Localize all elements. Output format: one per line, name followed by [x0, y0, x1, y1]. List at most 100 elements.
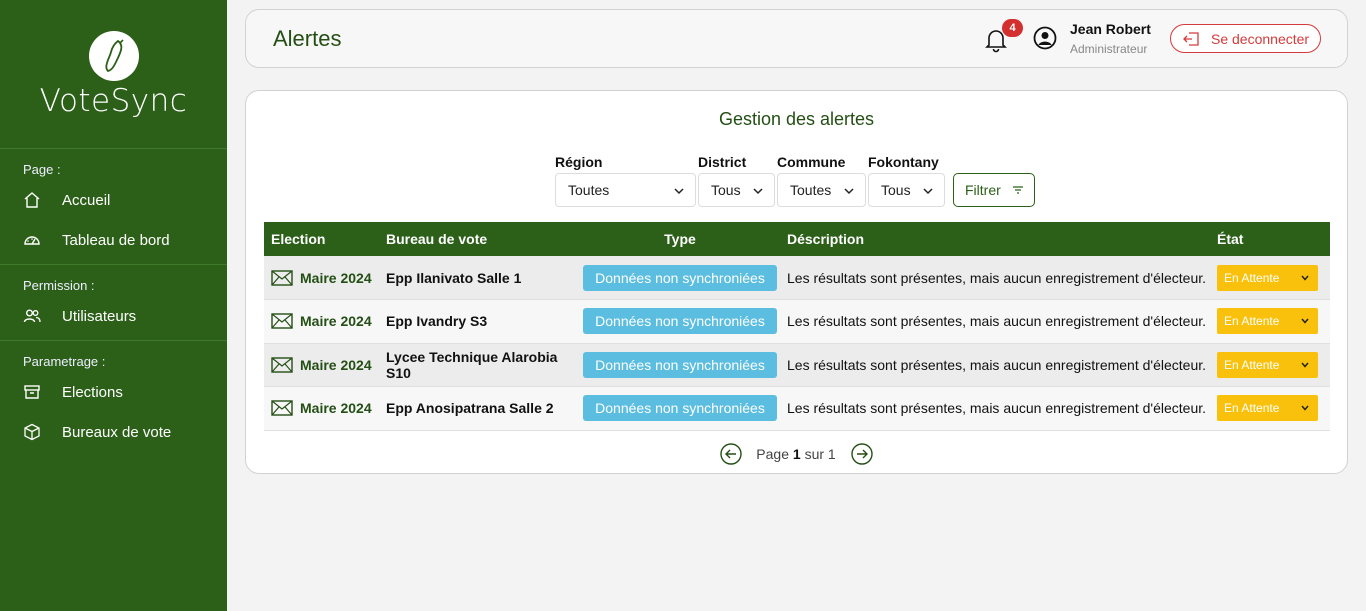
- bureau-name: Epp Ilanivato Salle 1: [386, 269, 522, 286]
- description-cell: Les résultats sont présentes, mais aucun…: [787, 313, 1207, 330]
- alerts-card: Gestion des alertes Région Toutes Distri…: [245, 90, 1348, 474]
- type-badge: Données non synchroniées: [583, 308, 777, 335]
- bureau-name: Lycee Technique Alarobia S10: [386, 348, 558, 381]
- district-select[interactable]: Tous: [698, 173, 775, 207]
- state-label: En Attente: [1224, 270, 1280, 285]
- previous-page-icon[interactable]: [720, 443, 742, 465]
- bureau-name: Epp Anosipatrana Salle 2: [386, 400, 554, 417]
- table-row[interactable]: Maire 2024 Epp Ivandry S3 Données non sy…: [264, 299, 1330, 343]
- state-dropdown[interactable]: En Attente: [1217, 264, 1318, 291]
- logout-label: Se deconnecter: [1211, 30, 1310, 47]
- table-row[interactable]: Maire 2024 Epp Ilanivato Salle 1 Données…: [264, 256, 1330, 300]
- commune-select[interactable]: Toutes: [777, 173, 866, 207]
- sidebar-item-bureaux-de-vote[interactable]: Bureaux de vote: [0, 412, 227, 452]
- brand: VoteSync: [0, 0, 227, 149]
- sidebar-item-accueil[interactable]: Accueil: [0, 180, 227, 220]
- election-name: Maire 2024: [300, 356, 372, 373]
- alerts-table: Election Bureau de vote Type Déscription…: [264, 222, 1330, 431]
- state-dropdown[interactable]: En Attente: [1217, 351, 1318, 378]
- column-header-type: Type: [664, 231, 696, 247]
- user-role: Administrateur: [1070, 42, 1148, 56]
- sidebar-item-tableau-de-bord[interactable]: Tableau de bord: [0, 220, 227, 260]
- card-title: Gestion des alertes: [718, 109, 875, 129]
- brand-name: VoteSync: [39, 83, 188, 119]
- district-label: District: [698, 154, 747, 170]
- sidebar-item-label: Utilisateurs: [62, 307, 137, 325]
- box-icon: [22, 422, 42, 442]
- commune-value: Toutes: [790, 182, 832, 198]
- table-row[interactable]: Maire 2024 Lycee Technique Alarobia S10 …: [264, 343, 1330, 387]
- pagination: Page 1 sur 1: [246, 443, 1347, 465]
- sidebar-section-parametrage: Parametrage : Elections Bureaux de vote: [0, 341, 227, 456]
- notification-badge: 4: [1002, 19, 1023, 37]
- page-title: Alertes: [273, 26, 342, 51]
- commune-label: Commune: [777, 154, 846, 170]
- sidebar-item-label: Elections: [62, 383, 123, 401]
- logout-button[interactable]: Se deconnecter: [1170, 24, 1321, 53]
- description-cell: Les résultats sont présentes, mais aucun…: [787, 400, 1207, 417]
- district-value: Tous: [711, 182, 741, 198]
- bureau-name: Epp Ivandry S3: [386, 313, 488, 330]
- sidebar-item-utilisateurs[interactable]: Utilisateurs: [0, 296, 227, 336]
- region-select[interactable]: Toutes: [555, 173, 696, 207]
- chevron-down-icon: [1301, 362, 1309, 368]
- page-prefix: Page: [756, 446, 789, 462]
- logout-icon: [1183, 31, 1199, 46]
- envelope-icon: [271, 357, 293, 373]
- description-cell: Les résultats sont présentes, mais aucun…: [787, 269, 1207, 286]
- type-badge: Données non synchroniées: [583, 395, 777, 422]
- next-page-icon[interactable]: [851, 443, 873, 465]
- sidebar-section-title: Page :: [23, 162, 61, 177]
- page-separator: sur: [804, 446, 825, 462]
- sidebar-item-elections[interactable]: Elections: [0, 372, 227, 412]
- region-label: Région: [555, 154, 603, 170]
- madagascar-logo-icon: [88, 31, 139, 81]
- sidebar-section-title: Permission :: [23, 278, 95, 293]
- top-header: Alertes 4 Jean Robert Administrateur Se …: [245, 9, 1348, 68]
- chevron-down-icon: [1301, 318, 1309, 324]
- table-row[interactable]: Maire 2024 Epp Anosipatrana Salle 2 Donn…: [264, 386, 1330, 430]
- election-name: Maire 2024: [300, 400, 372, 417]
- envelope-icon: [271, 400, 293, 416]
- table-header-row: Election Bureau de vote Type Déscription…: [264, 222, 1330, 256]
- chevron-down-icon: [753, 188, 763, 195]
- page-indicator: Page 1 sur 1: [756, 446, 835, 462]
- fokontany-select[interactable]: Tous: [868, 173, 945, 207]
- column-header-description: Déscription: [787, 231, 865, 247]
- sidebar-section-permission: Permission : Utilisateurs: [0, 265, 227, 341]
- total-pages: 1: [827, 446, 836, 462]
- chevron-down-icon: [923, 188, 933, 195]
- state-dropdown[interactable]: En Attente: [1217, 395, 1318, 422]
- description-cell: Les résultats sont présentes, mais aucun…: [787, 356, 1207, 373]
- column-header-election: Election: [271, 231, 326, 247]
- type-badge: Données non synchroniées: [583, 351, 777, 378]
- sidebar-item-label: Accueil: [62, 191, 111, 209]
- state-dropdown[interactable]: En Attente: [1217, 308, 1318, 335]
- sidebar-section-page: Page : Accueil Tableau de bord: [0, 149, 227, 265]
- users-icon: [22, 306, 42, 326]
- sidebar-item-label: Tableau de bord: [62, 231, 170, 249]
- sidebar-item-label: Bureaux de vote: [62, 423, 172, 441]
- region-value: Toutes: [568, 182, 610, 198]
- fokontany-label: Fokontany: [868, 154, 939, 170]
- column-header-bureau: Bureau de vote: [386, 231, 488, 247]
- election-name: Maire 2024: [300, 269, 372, 286]
- chevron-down-icon: [1301, 405, 1309, 411]
- filter-button[interactable]: Filtrer: [953, 173, 1035, 207]
- archive-icon: [22, 382, 42, 402]
- type-badge: Données non synchroniées: [583, 264, 777, 291]
- user-avatar-icon[interactable]: [1033, 26, 1057, 50]
- filter-button-label: Filtrer: [965, 182, 1001, 198]
- chevron-down-icon: [844, 188, 854, 195]
- state-label: En Attente: [1224, 401, 1280, 416]
- filter-icon: [1012, 186, 1023, 194]
- sidebar: VoteSync Page : Accueil Tableau de bord …: [0, 0, 227, 611]
- user-name: Jean Robert: [1070, 21, 1151, 37]
- chevron-down-icon: [674, 188, 684, 195]
- home-icon: [22, 190, 42, 210]
- state-label: En Attente: [1224, 357, 1280, 372]
- state-label: En Attente: [1224, 314, 1280, 329]
- chevron-down-icon: [1301, 275, 1309, 281]
- envelope-icon: [271, 269, 293, 286]
- fokontany-value: Tous: [881, 182, 911, 198]
